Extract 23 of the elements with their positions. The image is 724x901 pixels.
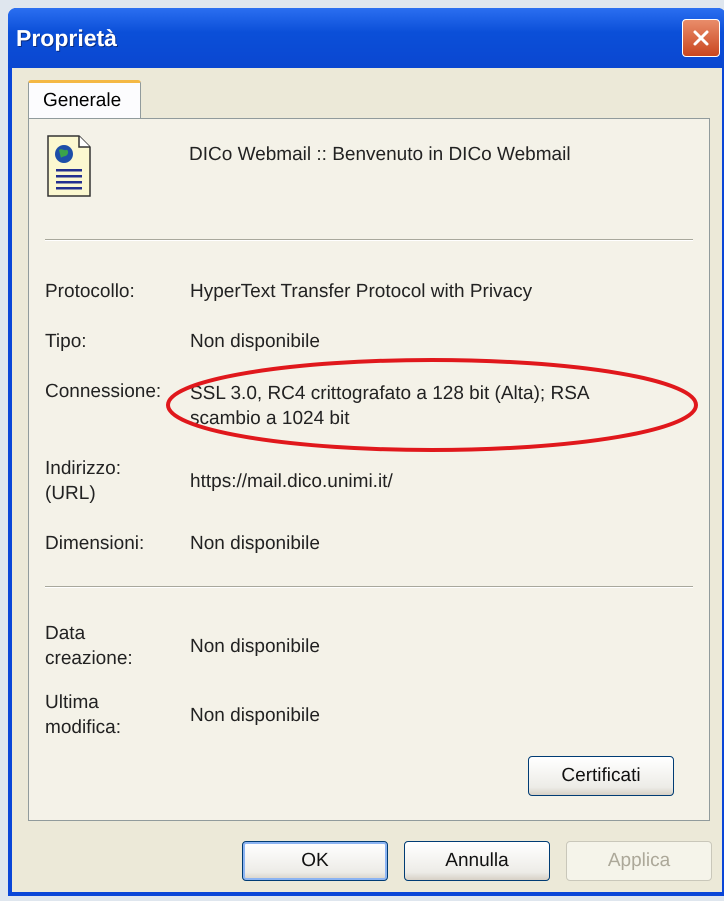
dialog-button[interactable]: OK bbox=[242, 841, 388, 881]
certificates-button[interactable]: Certificati bbox=[528, 756, 674, 796]
field-label: Dimensioni: bbox=[45, 532, 146, 556]
field-value: Non disponibile bbox=[190, 330, 321, 354]
field-value: HyperText Transfer Protocol with Privacy bbox=[190, 280, 534, 304]
field-label: Protocollo: bbox=[45, 280, 136, 304]
field-label: Connessione: bbox=[45, 380, 162, 404]
dialog-button[interactable]: Annulla bbox=[404, 841, 550, 881]
field-label: Indirizzo: (URL) bbox=[45, 457, 122, 506]
tab[interactable]: Generale bbox=[28, 80, 141, 118]
field-label: Ultima modifica: bbox=[45, 691, 122, 740]
close-button[interactable] bbox=[682, 19, 720, 57]
field-value: Non disponibile bbox=[190, 532, 321, 556]
field-label: Data creazione: bbox=[45, 622, 134, 671]
field-value: SSL 3.0, RC4 crittografato a 128 bit (Alta); RSA scambio a 1024 bit bbox=[190, 382, 590, 431]
field-value: https://mail.dico.unimi.it/ bbox=[190, 470, 394, 494]
page-title: DICo Webmail :: Benvenuto in DICo Webmail bbox=[189, 144, 571, 166]
web-document-icon bbox=[47, 135, 91, 197]
field-value: Non disponibile bbox=[190, 704, 321, 728]
close-icon bbox=[691, 28, 711, 48]
window-title: Proprietà bbox=[16, 24, 117, 52]
field-value: Non disponibile bbox=[190, 634, 321, 658]
field-label: Tipo: bbox=[45, 330, 88, 354]
